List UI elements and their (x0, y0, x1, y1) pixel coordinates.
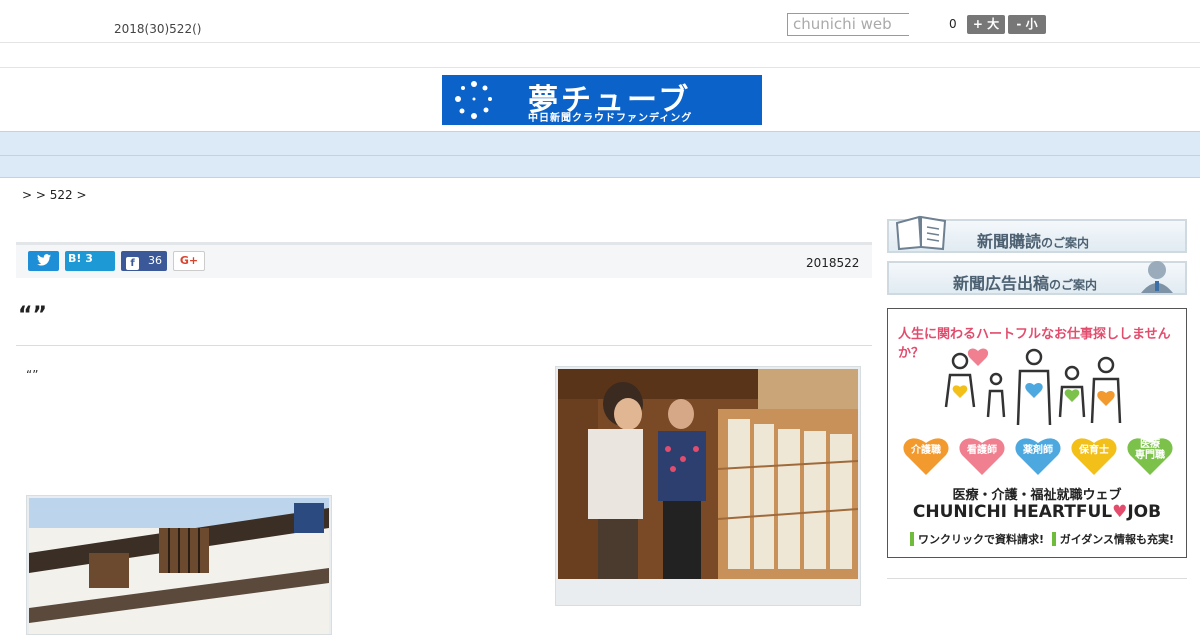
yume-tube-banner[interactable]: 夢チューブ 中日新聞クラウドファンディング (442, 75, 762, 125)
google-plus-button[interactable]: G+ (173, 251, 205, 271)
article-title: “” (18, 303, 47, 328)
twitter-share-button[interactable] (28, 251, 59, 271)
brand-left: CHUNICHI HEARTFUL (912, 502, 1113, 522)
font-larger-button[interactable]: + 大 (967, 15, 1005, 34)
breadcrumb[interactable]: > > 522 > (22, 188, 87, 202)
ad-label: 新聞広告出稿 (953, 274, 1050, 293)
category-heart-2[interactable]: 看護師 (958, 433, 1006, 477)
share-bar: B! 3 f 36 G+ 2018522 (16, 242, 872, 278)
ad-small-label: のご案内 (1049, 278, 1098, 292)
ad-subtitle: 医療・介護・福祉就職ウェブ (952, 488, 1122, 503)
font-smaller-button[interactable]: - 小 (1008, 15, 1046, 34)
facebook-share-button[interactable]: f 36 (121, 251, 167, 271)
brand-heart-icon: ♥ (1112, 502, 1128, 522)
sub-nav (0, 156, 1200, 178)
open-book-icon (895, 215, 947, 251)
job-category-list: 介護職 看護師 薬剤師 保育士 医療 専門職 (900, 433, 1176, 479)
main-nav (0, 131, 1200, 156)
banner-subtitle: 中日新聞クラウドファンディング (528, 113, 693, 124)
category-label-5: 医療 専門職 (1135, 439, 1165, 461)
article-photo-bookstore[interactable] (555, 366, 861, 606)
title-divider (16, 345, 872, 346)
category-label-4: 保育士 (1079, 445, 1109, 456)
category-label-1: 介護職 (911, 445, 941, 456)
dots-logo-icon (455, 81, 492, 119)
ad-footer-right: ガイダンス情報も充実! (1059, 533, 1175, 546)
category-heart-5[interactable]: 医療 専門職 (1126, 433, 1174, 477)
category-label-3: 薬剤師 (1023, 445, 1053, 456)
search-input[interactable]: chunichi web (787, 13, 909, 36)
sidebar-divider (887, 578, 1187, 579)
ad-footer: ワンクリックで資料請求! ガイダンス情報も充実! (910, 531, 1174, 547)
ad-footer-left: ワンクリックで資料請求! (918, 533, 1045, 546)
article-body: “” (26, 368, 39, 382)
article-photo-house[interactable] (26, 495, 332, 635)
facebook-share-count: 36 (148, 254, 162, 267)
brand-right: JOB (1127, 502, 1162, 522)
subscribe-label: 新聞購読 (977, 232, 1042, 251)
heartful-job-ad[interactable]: 人生に関わるハートフルなお仕事探ししませんか？ 介護職 看護師 薬剤師 保育士 … (887, 308, 1187, 558)
category-heart-4[interactable]: 保育士 (1070, 433, 1118, 477)
category-heart-1[interactable]: 介護職 (902, 433, 950, 477)
ad-brand: CHUNICHI HEARTFUL♥JOB (888, 502, 1186, 522)
twitter-bird-icon (36, 254, 51, 266)
category-label-2: 看護師 (967, 445, 997, 456)
current-date: 2018(30)522() (114, 22, 202, 36)
header-strip (0, 44, 1200, 68)
category-heart-3[interactable]: 薬剤師 (1014, 433, 1062, 477)
facebook-icon: f (126, 257, 139, 270)
newspaper-subscription-button[interactable]: 新聞購読のご案内 (887, 215, 1187, 253)
newspaper-ad-button[interactable]: 新聞広告出稿のご案内 (887, 261, 1187, 295)
person-icon (1141, 261, 1173, 293)
hatena-bookmark-button[interactable]: B! 3 (65, 251, 115, 271)
top-bar: 2018(30)522() chunichi web 0 + 大 - 小 (0, 0, 1200, 43)
publish-date: 2018522 (806, 256, 860, 270)
subscribe-small-label: のご案内 (1041, 236, 1090, 250)
font-zoom-value: 0 (949, 17, 957, 31)
family-illustration-icon (944, 348, 1122, 426)
